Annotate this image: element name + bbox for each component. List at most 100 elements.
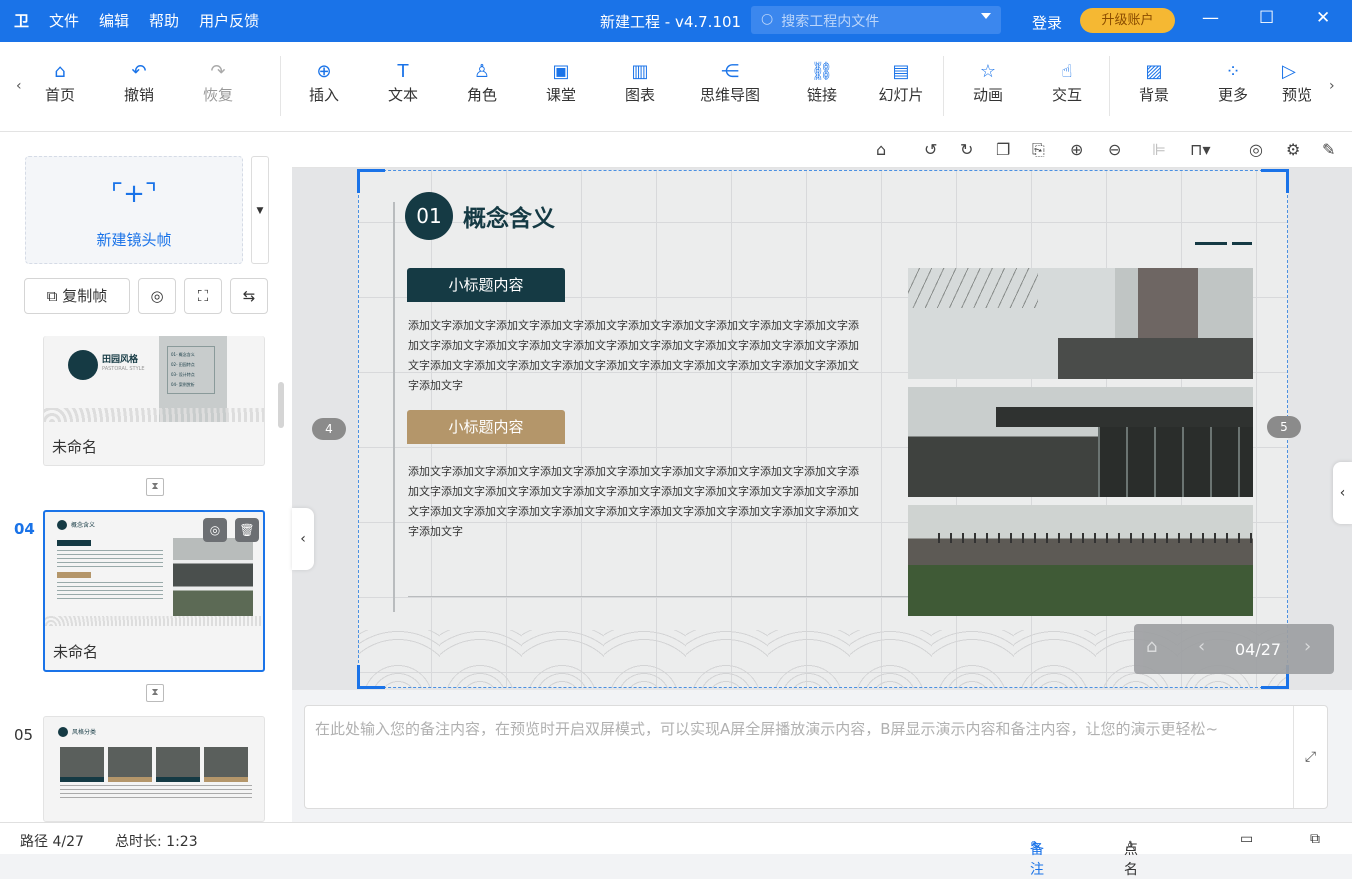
scan-button[interactable]: ⛶ xyxy=(184,278,222,314)
prev-frame-badge[interactable]: 4 xyxy=(312,418,346,440)
total-duration: 总时长: 1:23 xyxy=(115,834,198,850)
chart-icon: ▥ xyxy=(631,61,649,82)
camera-icon[interactable]: ◎ xyxy=(1249,140,1263,159)
interaction-button[interactable]: ☝ 交互 xyxy=(1037,60,1097,105)
screen-icon[interactable]: ▭ xyxy=(1240,831,1253,847)
slide-vertical-line xyxy=(393,202,395,612)
menu-file[interactable]: 文件 xyxy=(49,10,79,31)
insert-button[interactable]: ⊕ 插入 xyxy=(294,60,354,105)
more-button[interactable]: ⁘ 更多 xyxy=(1203,60,1263,105)
copy-icon[interactable]: ❐ xyxy=(996,140,1010,159)
window-icon[interactable]: ⧉ xyxy=(1310,831,1320,847)
heading-number: 01 xyxy=(405,192,453,240)
transition-icon[interactable]: ⧗ xyxy=(146,478,164,496)
expand-right-panel-icon[interactable]: ‹ xyxy=(1333,462,1352,524)
home-button[interactable]: ⌂ 首页 xyxy=(30,60,90,105)
slide-button[interactable]: ▤ 幻灯片 xyxy=(871,60,931,105)
menu-feedback[interactable]: 用户反馈 xyxy=(199,10,259,31)
panel-scrollbar[interactable] xyxy=(278,382,284,428)
upgrade-button[interactable]: 升级账户 xyxy=(1080,8,1175,33)
scan-icon: ⛶ xyxy=(197,287,209,305)
thumb-wave-pattern xyxy=(44,408,264,422)
next-icon[interactable]: › xyxy=(1304,636,1311,657)
menu-help[interactable]: 帮助 xyxy=(149,10,179,31)
lock-icon[interactable]: ⊓▾ xyxy=(1190,140,1211,159)
role-button[interactable]: ♙ 角色 xyxy=(452,60,512,105)
camera-icon: ◎ xyxy=(150,287,164,305)
redo-button[interactable]: ↷ 恢复 xyxy=(188,60,248,105)
background-button[interactable]: ▨ 背景 xyxy=(1124,60,1184,105)
photo-roof xyxy=(996,407,1253,427)
frame-corner[interactable] xyxy=(1261,169,1289,193)
search-input[interactable]: ○ 搜索工程内文件 xyxy=(751,6,1001,34)
chart-button[interactable]: ▥ 图表 xyxy=(610,60,670,105)
mindmap-button[interactable]: ⋲ 思维导图 xyxy=(690,60,770,105)
new-frame-label: 新建镜头帧 xyxy=(96,231,172,249)
next-frame-badge[interactable]: 5 xyxy=(1267,416,1301,438)
close-icon[interactable]: ✕ xyxy=(1316,8,1330,28)
toolbar-divider xyxy=(280,56,281,116)
rotate-right-icon[interactable]: ↻ xyxy=(960,140,973,159)
switch-button[interactable]: ⇆ xyxy=(230,278,268,314)
menu-bar: 卫 文件 编辑 帮助 用户反馈 xyxy=(14,10,259,31)
subtitle-bar-2[interactable]: 小标题内容 xyxy=(407,410,565,444)
frame-thumbnail[interactable]: 风格分类 xyxy=(43,716,265,822)
subtitle-bar-1[interactable]: 小标题内容 xyxy=(407,268,565,302)
home-view-icon[interactable]: ⌂ xyxy=(876,140,886,159)
edit-icon[interactable]: ✎ xyxy=(1322,140,1335,159)
photo-railing xyxy=(938,533,1253,543)
zoom-in-icon[interactable]: ⊕ xyxy=(1070,140,1083,159)
align-icon[interactable]: ⊫ xyxy=(1152,140,1166,159)
undo-icon: ↶ xyxy=(131,61,147,82)
login-button[interactable]: 登录 xyxy=(1032,12,1062,33)
camera-icon[interactable]: ◎ xyxy=(203,518,227,542)
undo-button[interactable]: ↶ 撤销 xyxy=(109,60,169,105)
scroll-left-icon[interactable]: ‹ xyxy=(16,78,22,94)
body-text-2[interactable]: 添加文字添加文字添加文字添加文字添加文字添加文字添加文字添加文字添加文字添加文字… xyxy=(408,462,868,542)
preview-button[interactable]: ▷ 预览 xyxy=(1282,60,1322,105)
camera-button[interactable]: ◎ xyxy=(138,278,176,314)
notes-input[interactable]: 在此处输入您的备注内容，在预览时开启双屏模式，可以实现A屏全屏播放演示内容，B屏… xyxy=(304,705,1328,809)
link-button[interactable]: ⛓ 链接 xyxy=(792,60,852,105)
redo-icon: ↷ xyxy=(210,61,226,82)
delete-icon[interactable]: 🗑 xyxy=(235,518,259,542)
body-text-1[interactable]: 添加文字添加文字添加文字添加文字添加文字添加文字添加文字添加文字添加文字添加文字… xyxy=(408,316,868,396)
thumb-wave-pattern xyxy=(45,616,263,626)
animation-button[interactable]: ☆ 动画 xyxy=(958,60,1018,105)
thumb-title: 田园风格 xyxy=(102,355,139,365)
zoom-out-icon[interactable]: ⊖ xyxy=(1108,140,1121,159)
new-frame-button[interactable]: ⌜+⌝ 新建镜头帧 xyxy=(25,156,243,264)
paste-icon[interactable]: ⎘ xyxy=(1032,140,1045,160)
settings-doc-icon[interactable]: ⚙ xyxy=(1286,140,1300,159)
transition-icon[interactable]: ⧗ xyxy=(146,684,164,702)
frame-thumbnail-selected[interactable]: 概念含义 ◎ 🗑 未命名 xyxy=(43,510,265,672)
thumb-toc: 01- 概念含义 02- 田园特点 03- 设计特点 04- 案例赏析 xyxy=(167,346,215,394)
text-button[interactable]: T 文本 xyxy=(373,60,433,105)
photo-top[interactable] xyxy=(908,268,1253,379)
person-icon: ♙ xyxy=(473,61,491,82)
new-frame-dropdown[interactable]: ▼ xyxy=(251,156,269,264)
menu-edit[interactable]: 编辑 xyxy=(99,10,129,31)
photo-middle[interactable] xyxy=(908,387,1253,497)
copy-icon: ⧉ xyxy=(46,287,63,305)
frame-corner[interactable] xyxy=(357,665,385,689)
frame-thumbnail[interactable]: 田园风格 PASTORAL STYLE 01- 概念含义 02- 田园特点 03… xyxy=(43,336,265,466)
scroll-right-icon[interactable]: › xyxy=(1329,78,1335,94)
thumb-subbar xyxy=(57,540,91,546)
expand-icon[interactable]: ⤢ xyxy=(1293,706,1327,808)
collapse-left-panel-icon[interactable]: ‹ xyxy=(292,508,314,570)
main-toolbar: ‹ ⌂ 首页 ↶ 撤销 ↷ 恢复 ⊕ 插入 T 文本 ♙ 角色 ▣ 课堂 ▥ 图表 ⋲ 思维导图 … xyxy=(0,42,1352,132)
thumb-title: 风格分类 xyxy=(72,729,97,736)
classroom-button[interactable]: ▣ 课堂 xyxy=(531,60,591,105)
frame-corner[interactable] xyxy=(357,169,385,193)
rotate-left-icon[interactable]: ↺ xyxy=(924,140,937,159)
home-icon[interactable]: ⌂ xyxy=(1146,636,1157,657)
prev-icon[interactable]: ‹ xyxy=(1198,636,1205,657)
slide-heading[interactable]: 01 概念含义 xyxy=(405,192,555,240)
maximize-icon[interactable]: ☐ xyxy=(1259,8,1274,28)
thumb-circle xyxy=(58,727,68,737)
minimize-icon[interactable]: — xyxy=(1202,8,1219,28)
photo-bottom[interactable] xyxy=(908,505,1253,616)
chevron-down-icon[interactable] xyxy=(981,13,991,19)
copy-frame-button[interactable]: ⧉ 复制帧 xyxy=(24,278,130,314)
